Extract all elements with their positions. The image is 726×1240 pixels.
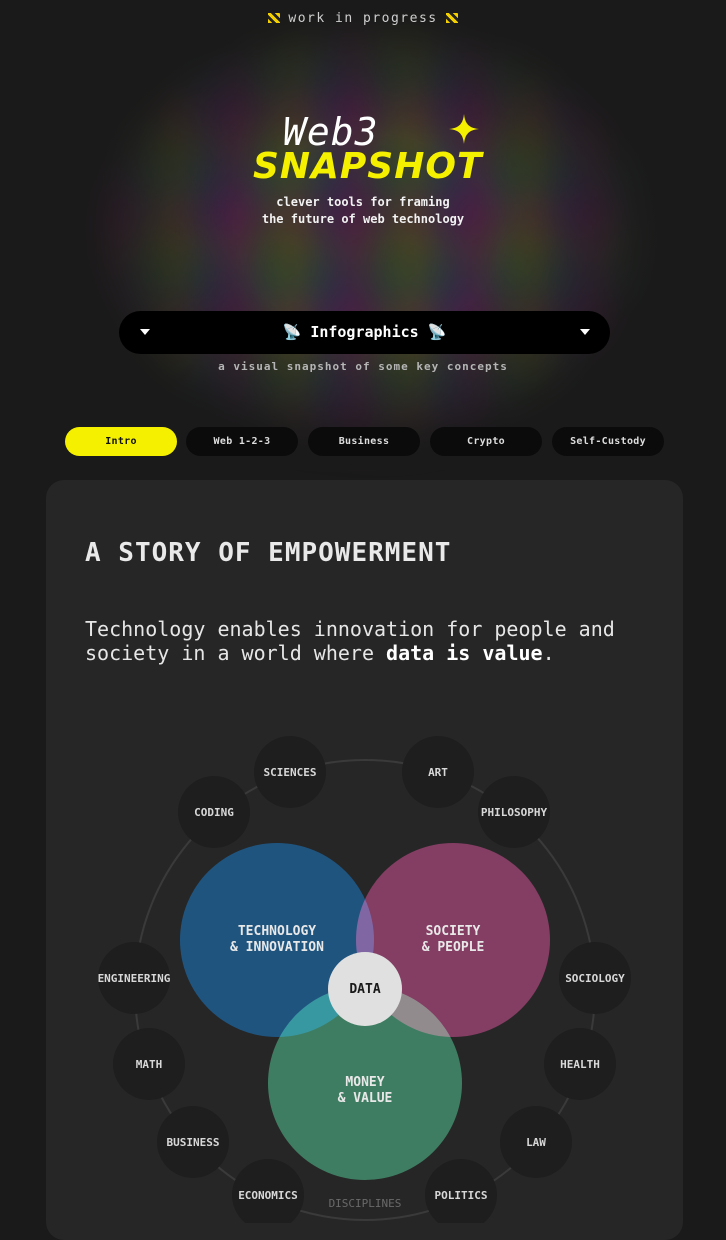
- tech-label-1: TECHNOLOGY: [238, 924, 316, 939]
- venn-diagram-svg: SCIENCES ART CODING PHILOSOPHY ENGINEERI…: [98, 736, 631, 1223]
- satellite-dish-icon: 📡: [427, 323, 447, 341]
- discipline-label: CODING: [194, 806, 234, 819]
- satellite-dish-icon: 📡: [282, 323, 302, 341]
- tagline: clever tools for framing the future of w…: [0, 194, 726, 228]
- discipline-node-economics: ECONOMICS: [232, 1159, 304, 1223]
- tech-label-2: & INNOVATION: [230, 940, 324, 955]
- body-period: .: [542, 641, 555, 665]
- discipline-label: LAW: [526, 1136, 546, 1149]
- society-label-2: & PEOPLE: [422, 940, 485, 955]
- discipline-node-philosophy: PHILOSOPHY: [478, 776, 550, 848]
- body-emphasis: data is value: [386, 641, 543, 665]
- discipline-node-health: HEALTH: [544, 1028, 616, 1100]
- selector-label-row: 📡 Infographics 📡: [119, 323, 610, 341]
- discipline-node-politics: POLITICS: [425, 1159, 497, 1223]
- tab-self-custody[interactable]: Self-Custody: [552, 427, 664, 456]
- wip-banner-text: work in progress: [288, 11, 438, 26]
- section-title: A STORY OF EMPOWERMENT: [85, 538, 452, 568]
- discipline-label: PHILOSOPHY: [481, 806, 548, 819]
- discipline-node-math: MATH: [113, 1028, 185, 1100]
- money-label-2: & VALUE: [338, 1091, 393, 1106]
- empowerment-diagram: SCIENCES ART CODING PHILOSOPHY ENGINEERI…: [46, 700, 683, 1223]
- wip-banner: work in progress: [0, 11, 726, 26]
- discipline-label: HEALTH: [560, 1058, 600, 1071]
- discipline-node-sciences: SCIENCES: [254, 736, 326, 808]
- society-label-1: SOCIETY: [426, 924, 481, 939]
- discipline-node-sociology: SOCIOLOGY: [559, 942, 631, 1014]
- discipline-label: ART: [428, 766, 448, 779]
- tagline-line-1: clever tools for framing: [276, 195, 450, 209]
- disciplines-caption: DISCIPLINES: [329, 1197, 402, 1210]
- discipline-node-coding: CODING: [178, 776, 250, 848]
- discipline-label: ENGINEERING: [98, 972, 171, 985]
- data-label: DATA: [349, 982, 380, 997]
- selector-label: Infographics: [310, 323, 419, 341]
- chevron-down-icon[interactable]: [580, 329, 590, 335]
- discipline-node-art: ART: [402, 736, 474, 808]
- discipline-label: MATH: [136, 1058, 163, 1071]
- tab-web-1-2-3[interactable]: Web 1-2-3: [186, 427, 298, 456]
- header-glow-fade: [60, 0, 680, 470]
- tab-intro[interactable]: Intro: [65, 427, 177, 456]
- discipline-label: SOCIOLOGY: [565, 972, 625, 985]
- discipline-label: POLITICS: [435, 1189, 488, 1202]
- discipline-node-engineering: ENGINEERING: [98, 942, 171, 1014]
- tab-crypto[interactable]: Crypto: [430, 427, 542, 456]
- section-body: Technology enables innovation for people…: [85, 617, 665, 665]
- sparkle-icon: [449, 114, 479, 144]
- money-label-1: MONEY: [345, 1075, 384, 1090]
- discipline-node-law: LAW: [500, 1106, 572, 1178]
- tagline-line-2: the future of web technology: [261, 212, 465, 226]
- discipline-node-business: BUSINESS: [157, 1106, 229, 1178]
- caution-tape-icon: [268, 13, 281, 23]
- discipline-label: SCIENCES: [264, 766, 317, 779]
- tab-business[interactable]: Business: [308, 427, 420, 456]
- discipline-label: BUSINESS: [167, 1136, 220, 1149]
- infographics-selector[interactable]: 📡 Infographics 📡: [119, 311, 610, 354]
- selector-subtitle: a visual snapshot of some key concepts: [218, 360, 508, 373]
- caution-tape-icon: [445, 13, 458, 23]
- brand-snapshot: SNAPSHOT: [253, 146, 483, 187]
- discipline-label: ECONOMICS: [238, 1189, 298, 1202]
